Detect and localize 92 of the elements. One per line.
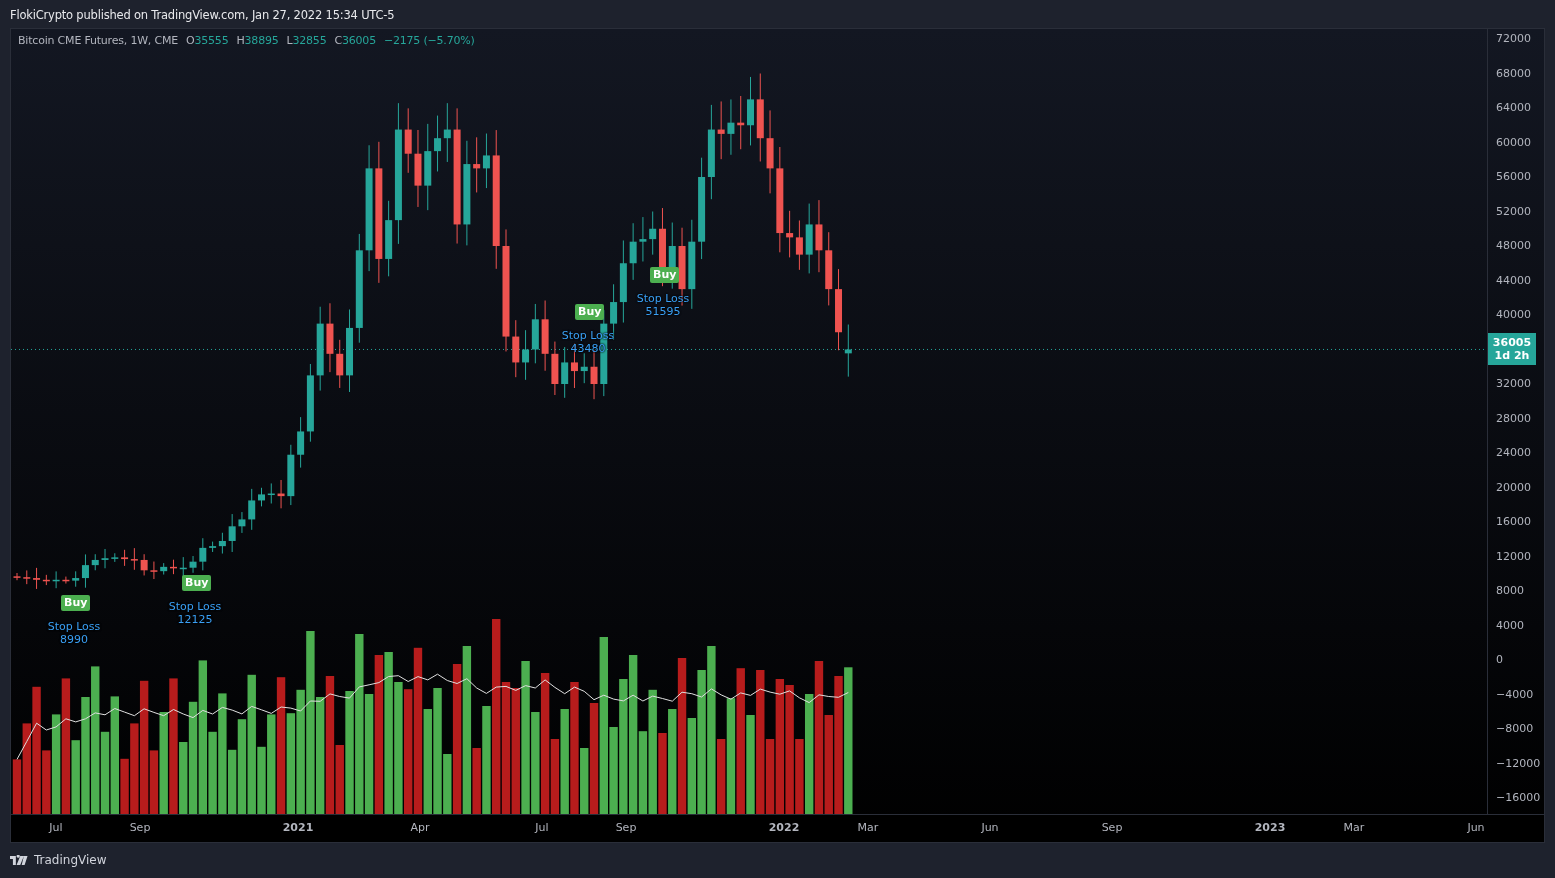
price-label: 48000 [1496, 238, 1531, 254]
price-label: 40000 [1496, 307, 1531, 323]
price-label: 32000 [1496, 376, 1531, 392]
price-label: 0 [1496, 652, 1503, 668]
candlestick [91, 553, 99, 571]
time-label: Sep [614, 821, 638, 834]
buy-signal-tag: Buy [61, 595, 91, 611]
candlestick [238, 511, 246, 534]
time-label: Jun [1466, 821, 1486, 834]
candlestick [101, 548, 109, 569]
candlestick [404, 107, 412, 174]
candlestick [805, 203, 813, 274]
candlestick [160, 562, 168, 575]
stop-loss-value: 12125 [176, 613, 214, 626]
candlestick [287, 444, 295, 506]
candlestick [512, 319, 520, 378]
time-label: Jul [533, 821, 550, 834]
price-label: 56000 [1496, 169, 1531, 185]
price-label: −4000 [1496, 686, 1534, 703]
time-label: Sep [128, 821, 152, 834]
last-price-value: 36005 [1492, 336, 1532, 350]
stop-loss-value: 8990 [59, 633, 89, 646]
stop-loss-value: 51595 [644, 305, 682, 318]
time-label: 2022 [767, 821, 801, 834]
candlestick [248, 488, 256, 531]
candlestick [580, 352, 588, 384]
price-label: 28000 [1496, 410, 1531, 427]
stop-loss-label: Stop Loss [635, 292, 691, 305]
candlestick [199, 537, 207, 571]
candlestick [189, 555, 197, 574]
candlestick [140, 553, 148, 576]
price-label: −16000 [1496, 790, 1541, 806]
price-label: 4000 [1496, 617, 1524, 634]
candlestick [111, 552, 119, 563]
buy-signal-tag: Buy [182, 575, 212, 591]
time-label: Mar [1342, 821, 1366, 834]
time-label: 2021 [281, 821, 315, 834]
stop-loss-label: Stop Loss [46, 620, 102, 633]
price-label: 64000 [1496, 100, 1531, 116]
price-label: −8000 [1496, 721, 1534, 737]
stop-loss-label: Stop Loss [167, 600, 223, 613]
candlestick [551, 341, 559, 396]
price-label: 68000 [1496, 65, 1531, 82]
price-label: 44000 [1496, 272, 1531, 289]
candlestick [150, 561, 158, 580]
ohlc-value: C36005 [334, 34, 376, 47]
buy-signal-tag: Buy [650, 267, 680, 283]
candlestick [336, 339, 344, 389]
candlestick [258, 487, 265, 507]
candlestick [844, 324, 852, 378]
time-label: Jul [47, 821, 64, 834]
symbol-title: Bitcoin CME Futures, 1W, CME [18, 34, 178, 47]
time-label: 2023 [1253, 821, 1287, 834]
price-label: 8000 [1496, 583, 1524, 599]
candlestick [267, 482, 275, 504]
ohlc-value: L32855 [286, 34, 327, 47]
price-label: 20000 [1496, 479, 1531, 496]
candlestick [170, 559, 177, 575]
time-label: Mar [856, 821, 880, 834]
ohlc-value: O35555 [186, 34, 229, 47]
candlestick [727, 98, 735, 156]
candlestick [541, 300, 549, 372]
price-change: −2175 (−5.70%) [383, 34, 475, 47]
candlestick [23, 569, 31, 585]
candlestick [13, 572, 21, 581]
bar-countdown: 1d 2h [1494, 349, 1530, 363]
price-label: 24000 [1496, 445, 1531, 461]
price-label: 60000 [1496, 134, 1531, 151]
price-label: 52000 [1496, 203, 1531, 220]
price-label: 16000 [1496, 514, 1531, 530]
time-label: Jun [980, 821, 1000, 834]
candlestick [277, 479, 285, 509]
candlestick [737, 95, 745, 150]
candlestick [62, 576, 70, 585]
time-label: Sep [1100, 821, 1124, 834]
price-label: −12000 [1496, 755, 1541, 772]
candlestick [52, 570, 60, 589]
logo-icon [10, 854, 29, 866]
candlestick [639, 216, 647, 262]
candlestick [717, 100, 725, 160]
candlestick [747, 76, 754, 146]
publisher-caption: FlokiCrypto published on TradingView.com, Jan 27, 2022 15:34 UTC-5 [9, 7, 396, 24]
time-label: Apr [409, 821, 431, 834]
ohlc-value: H38895 [236, 34, 279, 47]
buy-signal-tag: Buy [575, 304, 605, 320]
candlestick [228, 513, 236, 553]
brand-name: TradingView [34, 853, 107, 867]
candlestick [629, 222, 637, 281]
price-label: 72000 [1496, 31, 1531, 47]
candlestick [649, 211, 657, 256]
candlestick [326, 302, 334, 373]
price-label: 12000 [1496, 548, 1531, 565]
